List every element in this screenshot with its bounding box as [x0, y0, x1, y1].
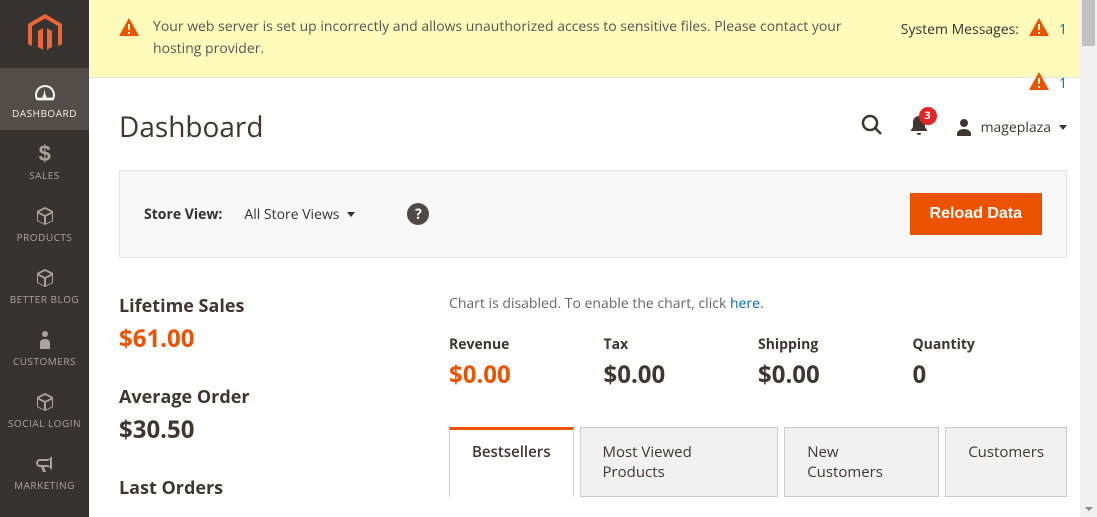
- username-label: mageplaza: [981, 118, 1051, 137]
- warning-icon: [1029, 18, 1049, 41]
- nav-label: DASHBOARD: [12, 108, 77, 119]
- page-title: Dashboard: [119, 108, 861, 146]
- nav-customers[interactable]: CUSTOMERS: [0, 316, 89, 378]
- nav-label: SALES: [29, 170, 60, 181]
- chevron-down-icon: [347, 212, 355, 217]
- system-messages: Your web server is set up incorrectly an…: [89, 0, 1097, 78]
- reload-data-button[interactable]: Reload Data: [910, 193, 1042, 235]
- quantity-value: 0: [913, 358, 1068, 391]
- quantity-label: Quantity: [913, 335, 1068, 354]
- tax-value: $0.00: [604, 358, 759, 391]
- shipping-label: Shipping: [758, 335, 913, 354]
- main-content: Your web server is set up incorrectly an…: [89, 0, 1097, 517]
- revenue-label: Revenue: [449, 335, 604, 354]
- chart-note-period: .: [760, 294, 764, 313]
- warning-icon: [1029, 72, 1049, 95]
- chart-note-text: Chart is disabled. To enable the chart, …: [449, 294, 730, 313]
- toolbar: Store View: All Store Views ? Reload Dat…: [119, 170, 1067, 258]
- page-header: Dashboard 3 mageplaza: [89, 78, 1097, 170]
- chart-enable-link[interactable]: here: [730, 294, 760, 313]
- help-icon[interactable]: ?: [407, 203, 429, 225]
- store-view-label: Store View:: [144, 205, 222, 224]
- notification-badge: 3: [919, 107, 937, 125]
- sidebar: DASHBOARD $ SALES PRODUCTS BETTER BLOG C…: [0, 0, 89, 517]
- megaphone-icon: [34, 451, 56, 477]
- svg-text:$: $: [38, 143, 51, 165]
- system-message-count-link[interactable]: 1: [1059, 20, 1067, 39]
- logo[interactable]: [0, 0, 89, 68]
- shipping-value: $0.00: [758, 358, 913, 391]
- scrollbar-down-arrow[interactable]: [1080, 500, 1097, 517]
- nav-social-login[interactable]: SOCIAL LOGIN: [0, 378, 89, 440]
- user-icon: [955, 117, 973, 137]
- nav-label: SOCIAL LOGIN: [8, 418, 81, 429]
- tax-label: Tax: [604, 335, 759, 354]
- nav-sales[interactable]: $ SALES: [0, 130, 89, 192]
- cube-icon: [35, 389, 55, 415]
- scrollbar-thumb[interactable]: [1082, 0, 1095, 46]
- cube-icon: [35, 265, 55, 291]
- last-orders-label: Last Orders: [119, 476, 419, 500]
- nav-label: MARKETING: [14, 480, 75, 491]
- lifetime-sales-label: Lifetime Sales: [119, 294, 419, 318]
- warning-icon: [119, 18, 139, 41]
- average-order-value: $30.50: [119, 413, 419, 446]
- nav-better-blog[interactable]: BETTER BLOG: [0, 254, 89, 316]
- gauge-icon: [34, 79, 56, 105]
- nav-label: BETTER BLOG: [10, 294, 80, 305]
- search-icon: [861, 114, 883, 136]
- chart-disabled-note: Chart is disabled. To enable the chart, …: [449, 294, 1067, 313]
- scrollbar[interactable]: [1080, 0, 1097, 517]
- tabs: Bestsellers Most Viewed Products New Cus…: [449, 427, 1067, 497]
- nav-label: CUSTOMERS: [13, 356, 76, 367]
- chevron-down-icon: [1059, 125, 1067, 130]
- cube-icon: [35, 203, 55, 229]
- dollar-icon: $: [37, 141, 53, 167]
- tab-new-customers[interactable]: New Customers: [784, 427, 939, 497]
- system-messages-label: System Messages:: [901, 20, 1019, 39]
- store-view-value: All Store Views: [244, 205, 339, 224]
- person-icon: [37, 327, 53, 353]
- nav-dashboard[interactable]: DASHBOARD: [0, 68, 89, 130]
- lifetime-sales-value: $61.00: [119, 322, 419, 355]
- nav-marketing[interactable]: MARKETING: [0, 440, 89, 502]
- nav-products[interactable]: PRODUCTS: [0, 192, 89, 254]
- system-message-count-link[interactable]: 1: [1059, 74, 1067, 93]
- average-order-label: Average Order: [119, 385, 419, 409]
- store-view-select[interactable]: All Store Views: [244, 205, 355, 224]
- search-button[interactable]: [861, 114, 883, 141]
- user-menu[interactable]: mageplaza: [955, 117, 1067, 137]
- tab-most-viewed[interactable]: Most Viewed Products: [580, 427, 779, 497]
- tab-bestsellers[interactable]: Bestsellers: [449, 427, 574, 497]
- notifications-button[interactable]: 3: [909, 114, 929, 141]
- nav-label: PRODUCTS: [17, 232, 73, 243]
- tab-customers[interactable]: Customers: [945, 427, 1067, 497]
- revenue-value: $0.00: [449, 358, 604, 391]
- magento-logo-icon: [28, 14, 62, 54]
